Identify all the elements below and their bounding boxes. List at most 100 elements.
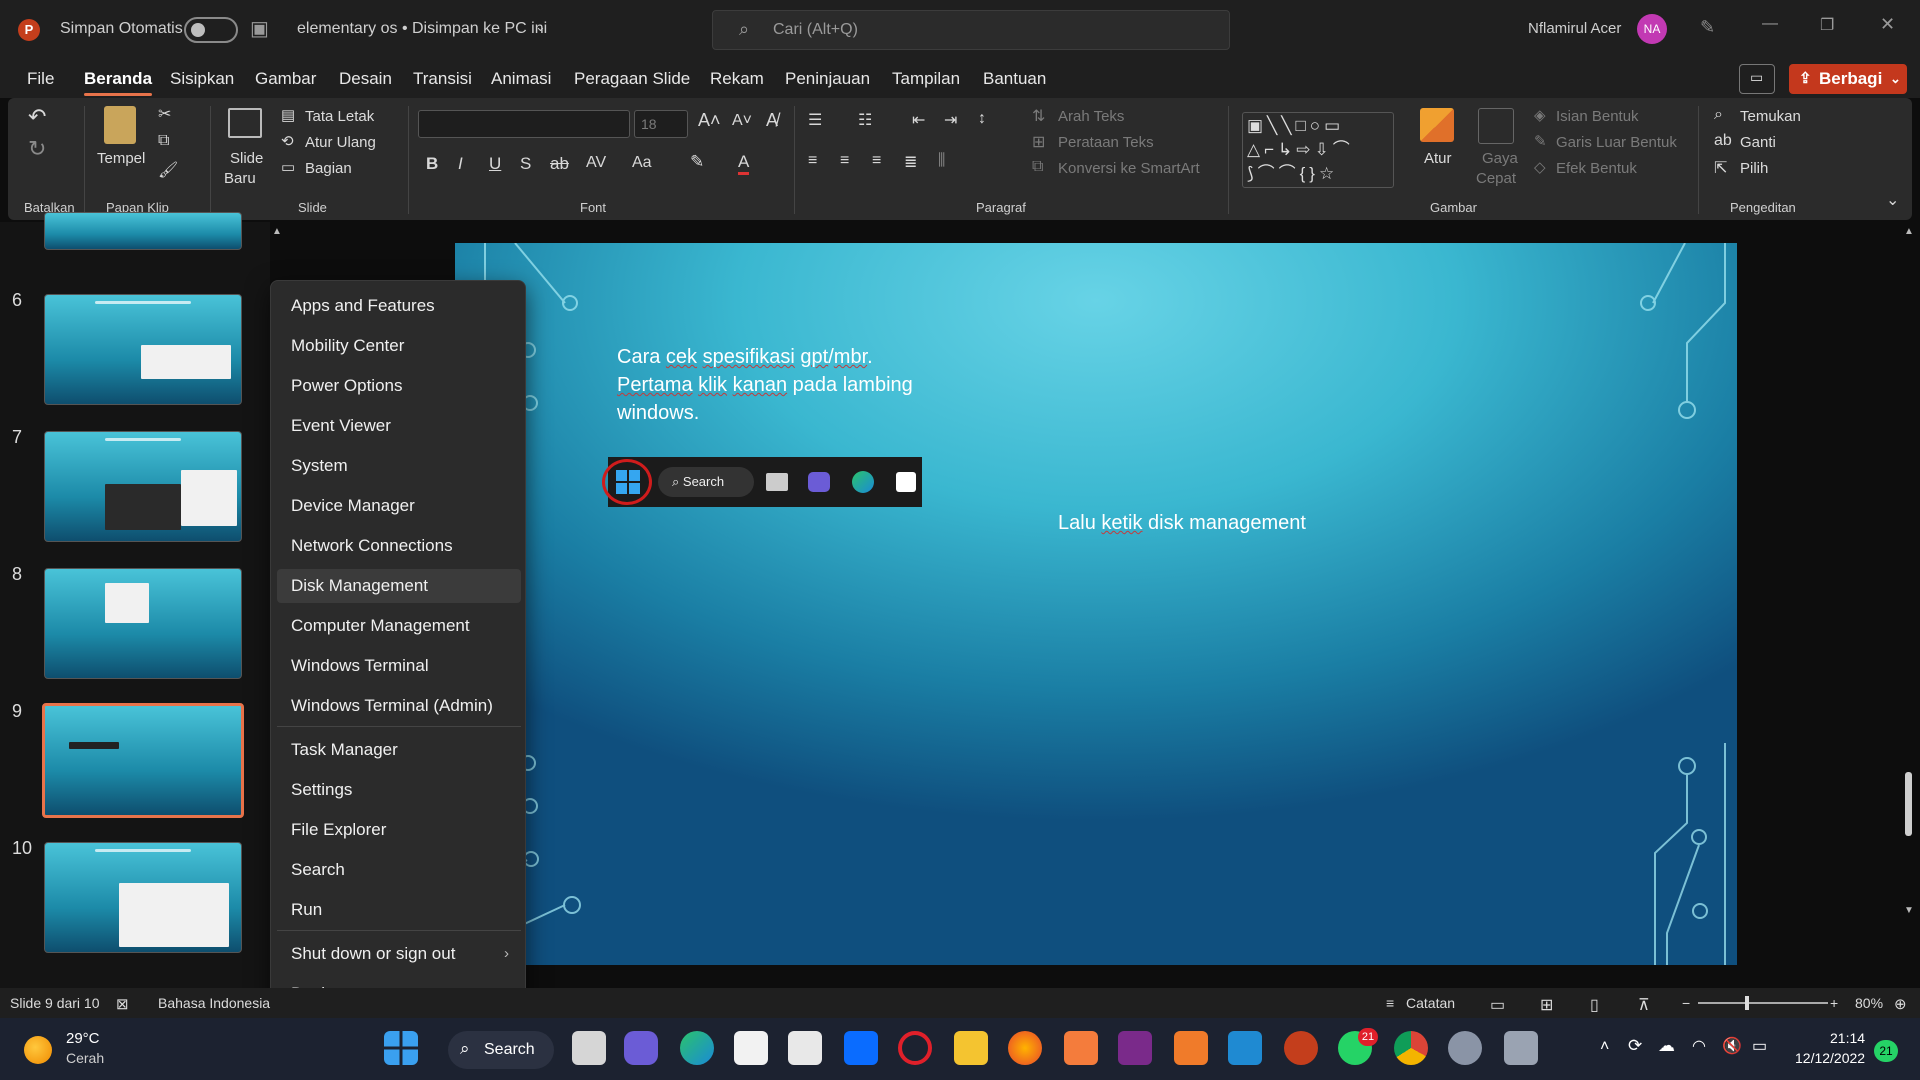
dropbox-icon[interactable] bbox=[844, 1031, 878, 1065]
justify-icon[interactable]: ≣ bbox=[904, 152, 917, 172]
shape-fill-button[interactable]: Isian Bentuk bbox=[1556, 108, 1639, 125]
menu-item-power-options[interactable]: Power Options bbox=[277, 369, 521, 403]
shape-outline-button[interactable]: Garis Luar Bentuk bbox=[1556, 134, 1677, 151]
menu-item-run[interactable]: Run bbox=[277, 893, 521, 927]
align-text-button[interactable]: Perataan Teks bbox=[1058, 134, 1154, 151]
collapse-ribbon-icon[interactable]: ⌄ bbox=[1886, 190, 1899, 210]
share-button[interactable]: ⇪ Berbagi ⌄ bbox=[1789, 64, 1907, 94]
xampp-icon[interactable] bbox=[1174, 1031, 1208, 1065]
amazon-icon[interactable] bbox=[788, 1031, 822, 1065]
reset-button[interactable]: Atur Ulang bbox=[305, 134, 376, 151]
store-icon[interactable] bbox=[734, 1031, 768, 1065]
align-right-icon[interactable]: ≡ bbox=[872, 152, 881, 170]
tab-desain[interactable]: Desain bbox=[339, 69, 392, 89]
columns-icon[interactable]: ⫼ bbox=[938, 152, 945, 170]
paste-label[interactable]: Tempel bbox=[97, 150, 145, 167]
quick-styles-label1[interactable]: Gaya bbox=[1482, 150, 1518, 167]
tab-bantuan[interactable]: Bantuan bbox=[983, 69, 1046, 89]
cut-icon[interactable]: ✂ bbox=[158, 104, 171, 124]
decrease-indent-icon[interactable]: ⇤ bbox=[912, 110, 925, 130]
restore-icon[interactable]: ❐ bbox=[1820, 15, 1834, 35]
bold-icon[interactable]: B bbox=[426, 154, 438, 174]
file-explorer-icon[interactable] bbox=[954, 1031, 988, 1065]
reading-view-icon[interactable]: ▯ bbox=[1590, 995, 1599, 1015]
menu-item-system[interactable]: System bbox=[277, 449, 521, 483]
firefox-icon[interactable] bbox=[1008, 1031, 1042, 1065]
new-slide-label1[interactable]: Slide bbox=[230, 150, 263, 167]
new-slide-icon[interactable] bbox=[228, 108, 262, 138]
numbering-icon[interactable]: ☷ bbox=[858, 110, 872, 130]
shrink-font-icon[interactable]: A˅ bbox=[732, 112, 752, 130]
redo-icon[interactable]: ↻ bbox=[28, 136, 46, 162]
replace-button[interactable]: Ganti bbox=[1740, 134, 1776, 151]
notification-badge[interactable]: 21 bbox=[1874, 1040, 1898, 1062]
weather-icon[interactable] bbox=[24, 1036, 52, 1064]
italic-icon[interactable]: I bbox=[458, 154, 463, 174]
vertical-scrollbar[interactable] bbox=[1905, 772, 1912, 836]
slideshow-icon[interactable]: ⊼ bbox=[1638, 995, 1650, 1015]
start-button[interactable] bbox=[384, 1031, 418, 1065]
tab-animasi[interactable]: Animasi bbox=[491, 69, 551, 89]
align-left-icon[interactable]: ≡ bbox=[808, 152, 817, 170]
zoom-slider-thumb[interactable] bbox=[1745, 996, 1749, 1010]
winrar-icon[interactable] bbox=[1118, 1031, 1152, 1065]
smartart-button[interactable]: Konversi ke SmartArt bbox=[1058, 160, 1200, 177]
undo-icon[interactable]: ↶ bbox=[28, 104, 46, 130]
tab-transisi[interactable]: Transisi bbox=[413, 69, 472, 89]
slide-caption-disk-management[interactable]: Lalu ketik disk management bbox=[1058, 512, 1306, 535]
avatar[interactable]: NA bbox=[1637, 14, 1667, 44]
tab-sisipkan[interactable]: Sisipkan bbox=[170, 69, 234, 89]
menu-item-settings[interactable]: Settings bbox=[277, 773, 521, 807]
font-name-select[interactable] bbox=[418, 110, 630, 138]
slide-thumbnail-6[interactable] bbox=[44, 294, 242, 405]
autosave-toggle[interactable] bbox=[184, 17, 238, 43]
align-center-icon[interactable]: ≡ bbox=[840, 152, 849, 170]
change-case-icon[interactable]: Aa bbox=[632, 154, 652, 172]
text-direction-button[interactable]: Arah Teks bbox=[1058, 108, 1124, 125]
task-view-icon[interactable] bbox=[572, 1031, 606, 1065]
grow-font-icon[interactable]: A˄ bbox=[698, 110, 721, 131]
chrome-icon[interactable] bbox=[1394, 1031, 1428, 1065]
menu-item-computer-management[interactable]: Computer Management bbox=[277, 609, 521, 643]
sync-icon[interactable]: ⟳ bbox=[1628, 1036, 1642, 1056]
wifi-icon[interactable]: ◠ bbox=[1692, 1036, 1706, 1056]
increase-indent-icon[interactable]: ⇥ bbox=[944, 110, 957, 130]
slide-canvas[interactable]: Cara cek spesifikasi gpt/mbr. Pertama kl… bbox=[455, 243, 1737, 965]
zoom-in-icon[interactable]: + bbox=[1830, 995, 1838, 1011]
section-button[interactable]: Bagian bbox=[305, 160, 352, 177]
select-button[interactable]: Pilih bbox=[1740, 160, 1768, 177]
zoom-out-icon[interactable]: − bbox=[1682, 995, 1690, 1011]
menu-item-mobility-center[interactable]: Mobility Center bbox=[277, 329, 521, 363]
vm-icon[interactable] bbox=[1504, 1031, 1538, 1065]
close-icon[interactable]: ✕ bbox=[1880, 14, 1895, 35]
minimize-icon[interactable]: — bbox=[1762, 15, 1778, 33]
zoom-level[interactable]: 80% bbox=[1855, 995, 1883, 1011]
menu-item-file-explorer[interactable]: File Explorer bbox=[277, 813, 521, 847]
normal-view-icon[interactable]: ▭ bbox=[1490, 995, 1505, 1015]
tab-beranda[interactable]: Beranda bbox=[84, 69, 153, 96]
format-painter-icon[interactable]: 🖌 bbox=[158, 160, 178, 180]
find-button[interactable]: Temukan bbox=[1740, 108, 1801, 125]
menu-item-windows-terminal[interactable]: Windows Terminal bbox=[277, 649, 521, 683]
strikethrough-icon[interactable]: ab bbox=[550, 154, 569, 174]
fit-to-window-icon[interactable]: ⊕ bbox=[1894, 995, 1907, 1013]
powerpoint-icon[interactable] bbox=[1284, 1031, 1318, 1065]
cloud-icon[interactable]: ☁ bbox=[1658, 1036, 1675, 1056]
menu-item-network-connections[interactable]: Network Connections bbox=[277, 529, 521, 563]
new-slide-label2[interactable]: Baru bbox=[224, 170, 256, 187]
scroll-up-icon[interactable]: ▲ bbox=[1904, 226, 1914, 237]
taskbar-screenshot-image[interactable]: ⌕ Search bbox=[602, 457, 922, 507]
volume-icon[interactable]: 🔇 bbox=[1722, 1036, 1742, 1056]
menu-item-windows-terminal-admin[interactable]: Windows Terminal (Admin) bbox=[277, 689, 521, 723]
save-icon[interactable]: ▣ bbox=[250, 16, 269, 41]
accessibility-icon[interactable]: ⊠ bbox=[116, 995, 129, 1013]
notes-button[interactable]: Catatan bbox=[1406, 995, 1455, 1011]
scroll-down-icon[interactable]: ▼ bbox=[1904, 905, 1914, 916]
teams-chat-icon[interactable] bbox=[624, 1031, 658, 1065]
opera-icon[interactable] bbox=[898, 1031, 932, 1065]
tab-tampilan[interactable]: Tampilan bbox=[892, 69, 960, 89]
menu-item-shut-down[interactable]: Shut down or sign out › bbox=[277, 937, 521, 971]
quick-styles-label2[interactable]: Cepat bbox=[1476, 170, 1516, 187]
clock-date[interactable]: 12/12/2022 bbox=[1795, 1050, 1865, 1066]
tab-gambar[interactable]: Gambar bbox=[255, 69, 316, 89]
